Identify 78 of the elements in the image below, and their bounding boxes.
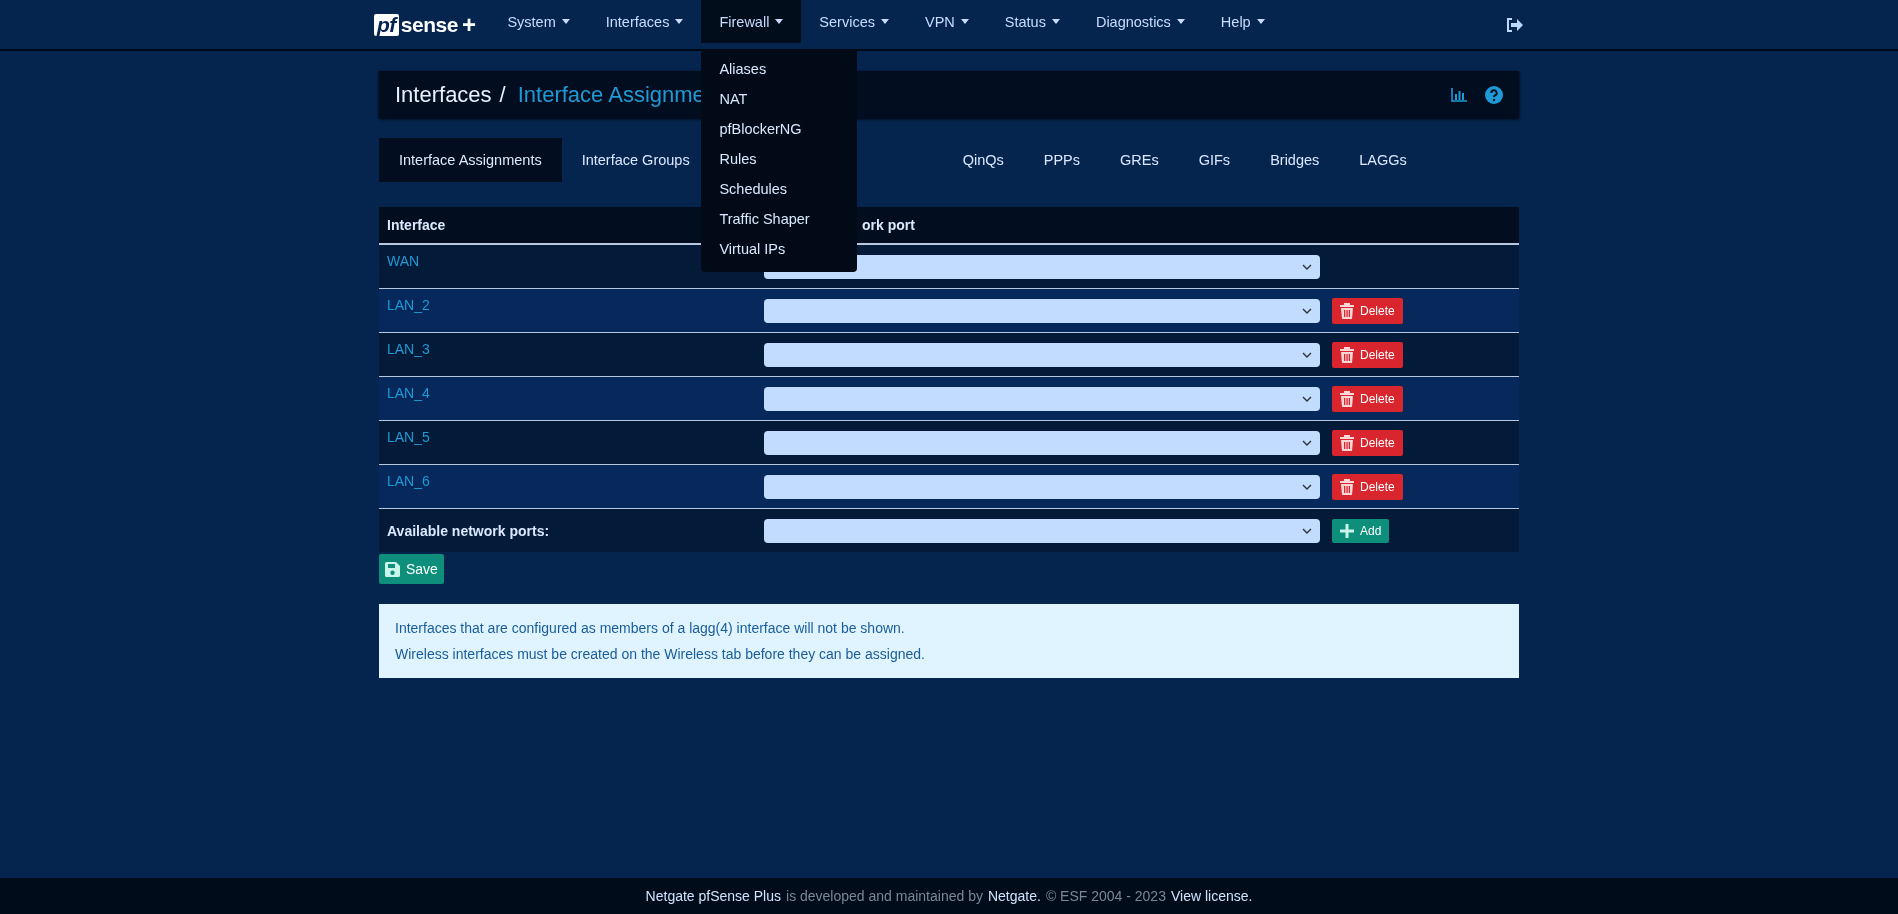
footer-link[interactable]: Netgate.: [987, 888, 1041, 904]
logout-icon[interactable]: [1506, 17, 1524, 32]
tab[interactable]: GREs: [1100, 138, 1179, 182]
chevron-down-icon: [1302, 395, 1312, 402]
footer-text: is developed and maintained by: [786, 888, 983, 904]
trash-icon: [1340, 434, 1354, 451]
help-icon[interactable]: [1485, 85, 1503, 104]
chevron-down-icon: [1302, 351, 1312, 358]
nav-menu[interactable]: Status: [986, 0, 1078, 43]
tab[interactable]: GIFs: [1178, 138, 1251, 182]
interface-link[interactable]: LAN_6: [387, 473, 430, 489]
delete-button[interactable]: Delete: [1332, 429, 1403, 456]
trash-icon: [1340, 478, 1354, 495]
tab[interactable]: Bridges: [1250, 138, 1340, 182]
caret-icon: [1256, 19, 1265, 24]
footer-link[interactable]: Netgate pfSense Plus: [645, 888, 781, 904]
nav-menu[interactable]: Help: [1202, 0, 1283, 43]
interface-link[interactable]: WAN: [387, 253, 420, 269]
port-select[interactable]: [764, 298, 1320, 323]
interface-link[interactable]: LAN_3: [387, 341, 430, 357]
tab[interactable]: LAGGs: [1339, 138, 1427, 182]
footer-text: © ESF 2004 - 2023: [1045, 888, 1166, 904]
nav-menu[interactable]: System: [489, 0, 588, 43]
tab[interactable]: PPPs: [1023, 138, 1101, 182]
chevron-down-icon: [1302, 439, 1312, 446]
trash-icon: [1340, 346, 1354, 363]
chevron-down-icon: [1302, 527, 1312, 534]
dropdown-item[interactable]: Schedules: [701, 174, 858, 204]
column-header: ork port: [862, 217, 915, 233]
port-select[interactable]: [764, 386, 1320, 411]
footer-link[interactable]: View license.: [1170, 888, 1253, 904]
port-select[interactable]: [764, 342, 1320, 367]
nav-menu[interactable]: VPN: [906, 0, 987, 43]
caret-icon: [880, 19, 889, 24]
caret-icon: [960, 19, 969, 24]
save-button[interactable]: Save: [379, 554, 444, 584]
tab[interactable]: QinQs: [942, 138, 1024, 182]
port-select[interactable]: [764, 474, 1320, 499]
row-label: Available network ports:: [387, 522, 550, 539]
column-header: Interface: [387, 217, 446, 233]
add-button[interactable]: Add: [1332, 518, 1390, 543]
chevron-down-icon: [1302, 483, 1312, 490]
dropdown-item[interactable]: Virtual IPs: [701, 234, 858, 264]
chevron-down-icon: [1302, 263, 1312, 270]
tab[interactable]: Interface Assignments: [379, 138, 562, 182]
delete-button[interactable]: Delete: [1332, 473, 1403, 500]
info-text: Interfaces that are configured as members of a lagg(4) interface will not be shown.: [395, 620, 906, 636]
caret-icon: [1051, 19, 1060, 24]
caret-icon: [675, 19, 684, 24]
delete-button[interactable]: Delete: [1332, 341, 1403, 368]
port-select[interactable]: [764, 430, 1320, 455]
nav-menu[interactable]: Services: [801, 0, 907, 43]
nav-menu[interactable]: Firewall: [701, 0, 802, 43]
trash-icon: [1340, 302, 1354, 319]
nav-menu[interactable]: Diagnostics: [1077, 0, 1203, 43]
chevron-down-icon: [1302, 307, 1312, 314]
nav-menu[interactable]: Interfaces: [587, 0, 702, 43]
plus-icon: [1340, 523, 1354, 538]
interface-link[interactable]: LAN_5: [387, 429, 430, 445]
caret-icon: [1176, 19, 1185, 24]
pfsense-logo[interactable]: pf sense +: [374, 10, 476, 39]
dropdown-item[interactable]: Aliases: [701, 54, 858, 84]
dropdown-item[interactable]: pfBlockerNG: [701, 114, 858, 144]
trash-icon: [1340, 390, 1354, 407]
delete-button[interactable]: Delete: [1332, 385, 1403, 412]
caret-icon: [561, 19, 570, 24]
breadcrumb-separator: /: [499, 81, 506, 108]
floppy-icon: [385, 561, 400, 577]
delete-button[interactable]: Delete: [1332, 297, 1403, 324]
interface-link[interactable]: LAN_4: [387, 385, 430, 401]
interface-link[interactable]: LAN_2: [387, 297, 430, 313]
chart-icon[interactable]: [1451, 87, 1467, 102]
dropdown-item[interactable]: Traffic Shaper: [701, 204, 858, 234]
dropdown-item[interactable]: Rules: [701, 144, 858, 174]
breadcrumb-parent: Interfaces: [395, 81, 492, 108]
caret-icon: [775, 19, 784, 24]
port-select[interactable]: [764, 518, 1320, 543]
info-text: Wireless interfaces must be created on the Wireless tab before they can be assigned.: [395, 646, 926, 662]
